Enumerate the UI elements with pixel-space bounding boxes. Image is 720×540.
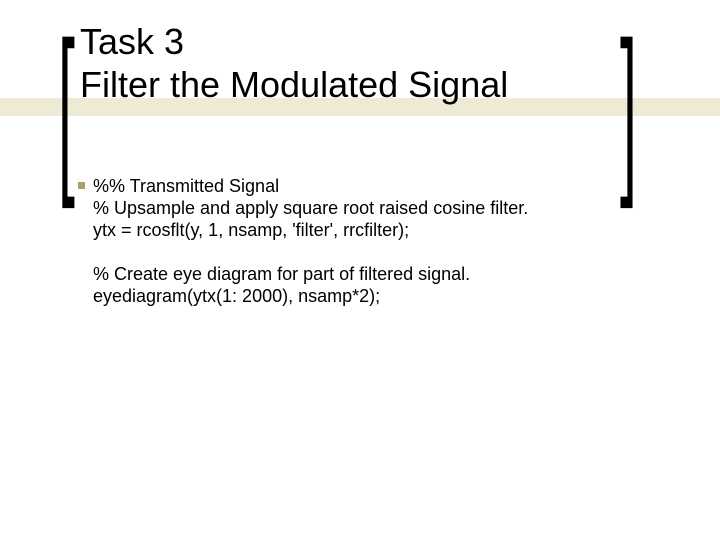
title-line-1: Task 3	[80, 20, 508, 63]
code-line: eyediagram(ytx(1: 2000), nsamp*2);	[93, 286, 528, 308]
code-line: % Create eye diagram for part of filtere…	[93, 264, 528, 286]
left-bracket-decoration: [	[58, 14, 73, 198]
right-bracket-decoration: ]	[620, 14, 635, 198]
bullet-marker	[78, 182, 85, 189]
code-line: %% Transmitted Signal	[93, 176, 528, 198]
title-line-2: Filter the Modulated Signal	[80, 63, 508, 106]
code-line: ytx = rcosflt(y, 1, nsamp, 'filter', rrc…	[93, 220, 528, 242]
slide-title: Task 3 Filter the Modulated Signal	[80, 20, 508, 106]
code-line: % Upsample and apply square root raised …	[93, 198, 528, 220]
slide-body: %% Transmitted Signal % Upsample and app…	[93, 176, 528, 308]
